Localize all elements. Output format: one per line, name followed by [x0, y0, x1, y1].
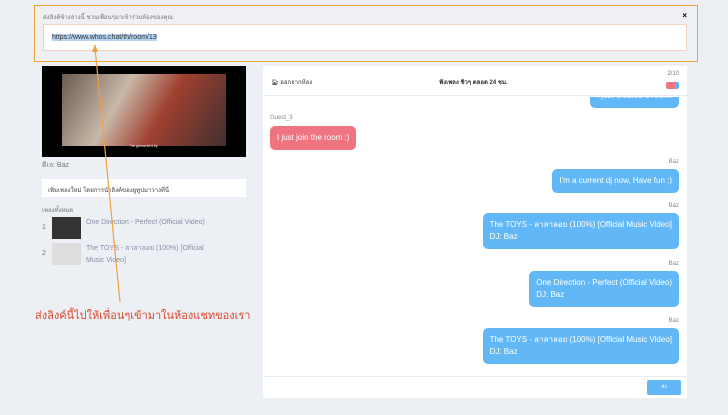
- leave-room-button[interactable]: 🏠︎ ออกจากห้อง: [271, 77, 312, 87]
- chat-message: One Direction - Perfect (Official Video)…: [529, 271, 679, 307]
- chat-message: I'm a current dj now, Have fun :): [552, 169, 679, 193]
- message-user: Baz: [668, 318, 679, 324]
- chat-header: 🏠︎ ออกจากห้อง ฟังเพลง ชิวๆ ตลอด 24 ชม. 2…: [263, 66, 687, 96]
- message-user: Baz: [668, 261, 679, 267]
- message-text: The TOYS - ลาลาลอย (100%) [Official Musi…: [489, 220, 672, 229]
- message-dj: DJ: Baz: [489, 347, 518, 356]
- chat-message: The TOYS - ลาลาลอย (100%) [Official Musi…: [482, 213, 679, 249]
- message-input[interactable]: ส่ง: [263, 376, 687, 398]
- message-dj: DJ: Baz: [489, 232, 518, 241]
- chat-message: I just created a room.: [589, 97, 679, 108]
- member-count: 2/10: [667, 71, 679, 77]
- leave-label: ออกจากห้อง: [280, 80, 313, 86]
- send-button[interactable]: ส่ง: [647, 380, 681, 395]
- message-dj: DJ: Baz: [536, 290, 565, 299]
- message-user: Guest_3: [270, 115, 293, 121]
- message-list[interactable]: I just created a room. Guest_3 I just jo…: [263, 97, 687, 374]
- chat-message: The TOYS - ลาลาลอย (100%) [Official Musi…: [482, 328, 679, 364]
- chat-panel: 🏠︎ ออกจากห้อง ฟังเพลง ชิวๆ ตลอด 24 ชม. 2…: [263, 66, 687, 398]
- chat-message: I just join the room :): [270, 126, 357, 150]
- message-user: Baz: [668, 203, 679, 209]
- home-icon: 🏠︎: [271, 80, 279, 86]
- room-title: ฟังเพลง ชิวๆ ตลอด 24 ชม.: [439, 80, 508, 86]
- occupancy-bar: [666, 82, 679, 89]
- message-text: One Direction - Perfect (Official Video): [536, 278, 672, 287]
- message-text: The TOYS - ลาลาลอย (100%) [Official Musi…: [489, 335, 672, 344]
- message-user: Baz: [668, 159, 679, 165]
